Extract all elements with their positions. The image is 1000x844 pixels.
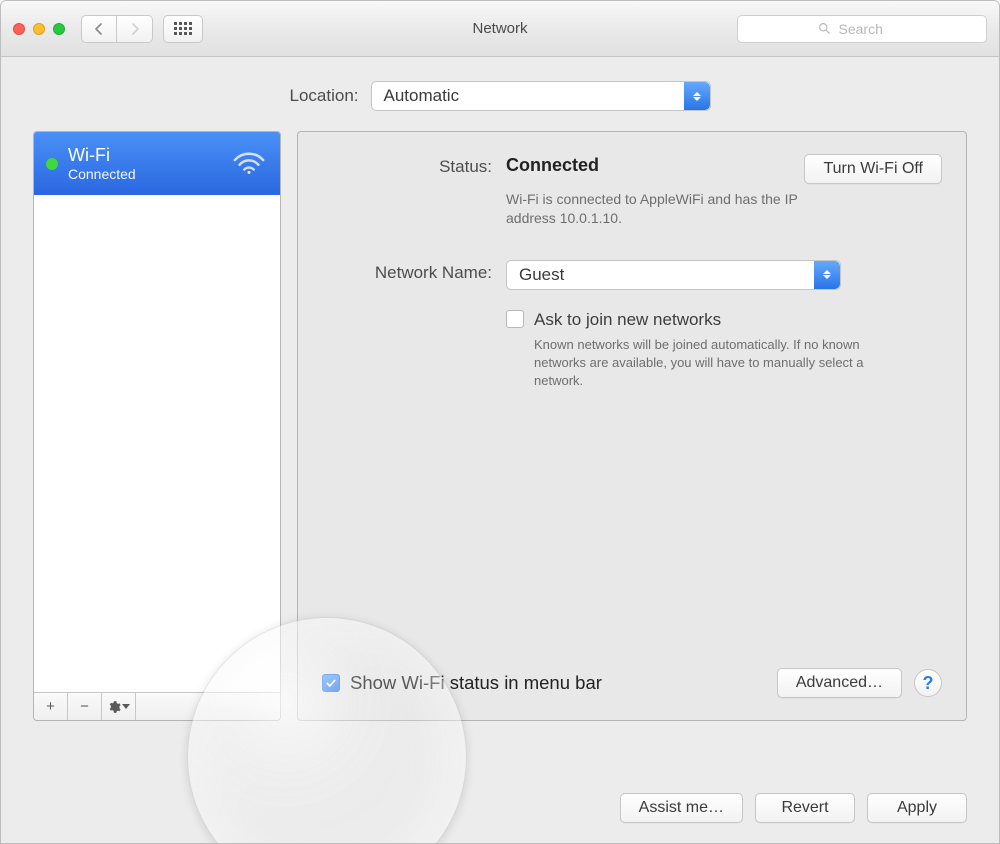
search-input[interactable] [837,20,907,38]
show-in-menubar-checkbox[interactable] [322,674,340,692]
advanced-button[interactable]: Advanced… [777,668,902,698]
show-all-button[interactable] [163,15,203,43]
ask-to-join-help: Known networks will be joined automatica… [534,336,884,391]
remove-interface-button[interactable]: − [68,693,102,720]
nav-back-forward [81,15,153,43]
chevron-down-icon [122,704,130,709]
interface-row-wifi[interactable]: Wi-Fi Connected [34,132,280,195]
status-label: Status: [322,154,492,228]
location-value: Automatic [384,86,460,106]
main-area: Wi-Fi Connected + − [33,131,967,721]
interface-action-menu[interactable] [102,693,136,720]
sidebar-footer: + − [34,692,280,720]
status-row: Status: Connected Turn Wi-Fi Off Wi-Fi i… [322,154,942,228]
location-row: Location: Automatic [33,81,967,111]
network-preferences-window: Network Location: Automatic [0,0,1000,844]
chevron-right-icon [129,23,141,35]
search-icon [818,22,831,35]
network-name-select[interactable]: Guest [506,260,841,290]
location-label: Location: [290,86,359,106]
status-value: Connected [506,154,599,176]
forward-button[interactable] [117,15,153,43]
interface-name: Wi-Fi [68,145,136,166]
close-window-button[interactable] [13,23,25,35]
preferences-body: Location: Automatic Wi-Fi Connected [1,57,999,843]
search-field[interactable] [737,15,987,43]
apply-button[interactable]: Apply [867,793,967,823]
chevron-left-icon [93,23,105,35]
interface-list[interactable]: Wi-Fi Connected [34,132,280,692]
minimize-window-button[interactable] [33,23,45,35]
interface-status: Connected [68,166,136,182]
assist-me-button[interactable]: Assist me… [620,793,743,823]
location-select[interactable]: Automatic [371,81,711,111]
zoom-window-button[interactable] [53,23,65,35]
wifi-icon [232,150,266,177]
status-description: Wi-Fi is connected to AppleWiFi and has … [506,190,846,228]
revert-button[interactable]: Revert [755,793,855,823]
network-name-row: Network Name: Guest Ask to join new netw… [322,260,942,391]
plus-icon: + [46,698,55,715]
interface-sidebar: Wi-Fi Connected + − [33,131,281,721]
minus-icon: − [80,698,89,715]
help-button[interactable]: ? [914,669,942,697]
status-dot-icon [46,158,58,170]
window-controls [13,23,65,35]
network-name-value: Guest [519,265,564,285]
window-footer-buttons: Assist me… Revert Apply [620,793,967,823]
add-interface-button[interactable]: + [34,693,68,720]
gear-icon [107,700,121,714]
grid-icon [174,22,192,35]
select-stepper-icon [814,261,840,289]
wifi-toggle-button[interactable]: Turn Wi-Fi Off [804,154,942,184]
network-name-label: Network Name: [322,260,492,391]
ask-to-join-label: Ask to join new networks [534,310,721,329]
ask-to-join-checkbox[interactable] [506,310,524,328]
detail-panel: Status: Connected Turn Wi-Fi Off Wi-Fi i… [297,131,967,721]
show-in-menubar-label: Show Wi-Fi status in menu bar [350,672,602,694]
titlebar: Network [1,1,999,57]
select-stepper-icon [684,82,710,110]
check-icon [325,677,337,689]
panel-footer: Show Wi-Fi status in menu bar Advanced… … [322,668,942,698]
back-button[interactable] [81,15,117,43]
